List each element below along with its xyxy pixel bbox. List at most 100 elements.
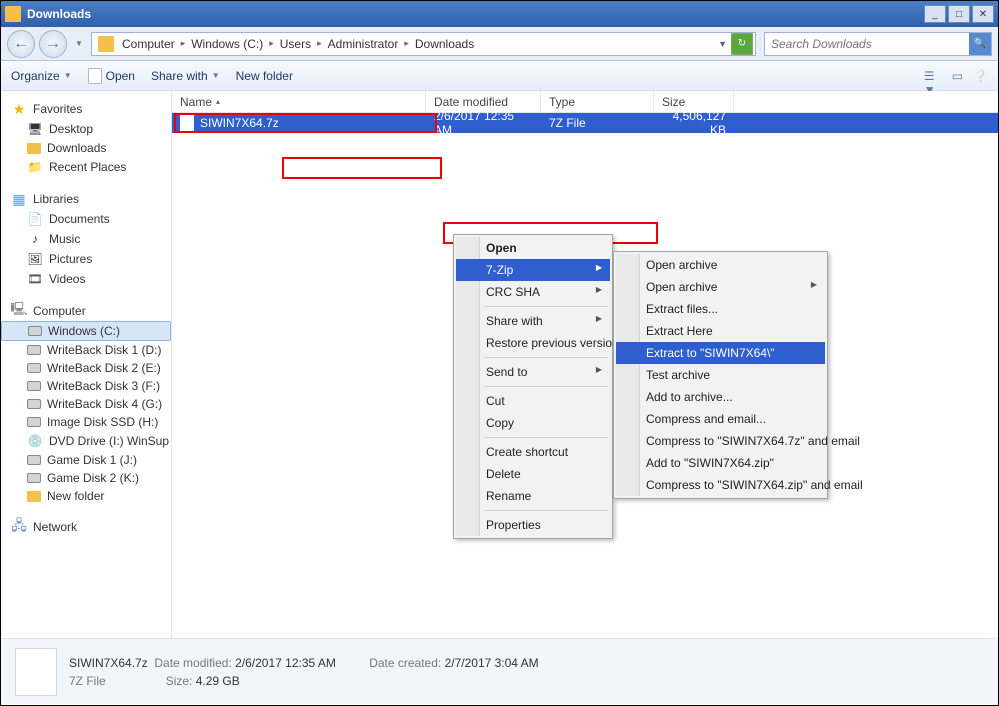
- pictures-icon: 🖼: [27, 251, 43, 267]
- menu-copy[interactable]: Copy: [456, 412, 610, 434]
- sidebar-item-videos[interactable]: 🎞Videos: [1, 269, 171, 289]
- sidebar-item-documents[interactable]: 📄Documents: [1, 209, 171, 229]
- sidebar-item-drive-h[interactable]: Image Disk SSD (H:): [1, 413, 171, 431]
- sidebar-item-music[interactable]: ♪Music: [1, 229, 171, 249]
- sidebar-item-downloads[interactable]: Downloads: [1, 139, 171, 157]
- menu-cut[interactable]: Cut: [456, 390, 610, 412]
- menu-compress-7z-email[interactable]: Compress to "SIWIN7X64.7z" and email: [616, 430, 825, 452]
- network-icon: 🖧: [11, 519, 27, 535]
- sidebar-item-drive-g[interactable]: WriteBack Disk 4 (G:): [1, 395, 171, 413]
- menu-test-archive[interactable]: Test archive: [616, 364, 825, 386]
- close-button[interactable]: ✕: [972, 5, 994, 23]
- drive-icon: [27, 399, 41, 409]
- organize-button[interactable]: Organize▼: [11, 69, 72, 83]
- menu-extract-here[interactable]: Extract Here: [616, 320, 825, 342]
- back-button[interactable]: ←: [7, 30, 35, 58]
- minimize-button[interactable]: _: [924, 5, 946, 23]
- menu-extract-to-folder[interactable]: Extract to "SIWIN7X64\": [616, 342, 825, 364]
- menu-7zip[interactable]: 7-Zip: [456, 259, 610, 281]
- folder-icon: [5, 6, 21, 22]
- sidebar-item-desktop[interactable]: 🖥Desktop: [1, 119, 171, 139]
- menu-compress-email[interactable]: Compress and email...: [616, 408, 825, 430]
- menu-send-to[interactable]: Send to: [456, 361, 610, 383]
- menu-restore-versions[interactable]: Restore previous versions: [456, 332, 610, 354]
- sidebar-item-drive-c[interactable]: Windows (C:): [1, 321, 171, 341]
- menu-share-with[interactable]: Share with: [456, 310, 610, 332]
- menu-extract-files[interactable]: Extract files...: [616, 298, 825, 320]
- breadcrumb[interactable]: Administrator: [324, 37, 403, 51]
- chevron-right-icon[interactable]: ▸: [267, 38, 276, 49]
- drive-icon: [27, 455, 41, 465]
- sidebar-item-drive-f[interactable]: WriteBack Disk 3 (F:): [1, 377, 171, 395]
- status-datecreated-label: Date created:: [369, 656, 441, 670]
- libraries-header[interactable]: ▦Libraries: [1, 189, 171, 209]
- menu-create-shortcut[interactable]: Create shortcut: [456, 441, 610, 463]
- history-dropdown[interactable]: ▼: [71, 30, 87, 58]
- network-header[interactable]: 🖧Network: [1, 517, 171, 537]
- address-bar[interactable]: Computer▸ Windows (C:)▸ Users▸ Administr…: [91, 32, 756, 56]
- sidebar-item-new-folder[interactable]: New folder: [1, 487, 171, 505]
- libraries-icon: ▦: [11, 191, 27, 207]
- status-size-label: Size:: [166, 674, 193, 688]
- new-folder-button[interactable]: New folder: [236, 69, 293, 83]
- view-options-button[interactable]: ☰ ▼: [924, 69, 942, 83]
- menu-rename[interactable]: Rename: [456, 485, 610, 507]
- videos-icon: 🎞: [27, 271, 43, 287]
- menu-add-to-zip[interactable]: Add to "SIWIN7X64.zip": [616, 452, 825, 474]
- sidebar-item-drive-d[interactable]: WriteBack Disk 1 (D:): [1, 341, 171, 359]
- annotation-box: [282, 157, 442, 179]
- share-with-button[interactable]: Share with▼: [151, 69, 220, 83]
- menu-open[interactable]: Open: [456, 237, 610, 259]
- favorites-header[interactable]: ★Favorites: [1, 99, 171, 119]
- menu-add-to-archive[interactable]: Add to archive...: [616, 386, 825, 408]
- status-datecreated: 2/7/2017 3:04 AM: [445, 656, 539, 670]
- preview-pane-button[interactable]: ▭: [952, 69, 963, 83]
- breadcrumb[interactable]: Users: [276, 37, 315, 51]
- refresh-button[interactable]: ↻: [731, 33, 753, 55]
- drive-icon: [27, 417, 41, 427]
- file-icon: [180, 115, 194, 131]
- dvd-icon: 💿: [27, 433, 43, 449]
- menu-compress-zip-email[interactable]: Compress to "SIWIN7X64.zip" and email: [616, 474, 825, 496]
- breadcrumb[interactable]: Windows (C:): [187, 37, 267, 51]
- sort-asc-icon: ▴: [216, 97, 220, 106]
- menu-crc-sha[interactable]: CRC SHA: [456, 281, 610, 303]
- search-button[interactable]: 🔍: [969, 33, 991, 55]
- chevron-right-icon[interactable]: ▸: [315, 38, 324, 49]
- menu-delete[interactable]: Delete: [456, 463, 610, 485]
- chevron-right-icon[interactable]: ▸: [402, 38, 411, 49]
- music-icon: ♪: [27, 231, 43, 247]
- menu-properties[interactable]: Properties: [456, 514, 610, 536]
- column-type[interactable]: Type: [541, 91, 654, 112]
- sidebar-item-pictures[interactable]: 🖼Pictures: [1, 249, 171, 269]
- file-row[interactable]: SIWIN7X64.7z 2/6/2017 12:35 AM 7Z File 4…: [172, 113, 998, 133]
- window-title: Downloads: [27, 7, 924, 21]
- forward-button[interactable]: →: [39, 30, 67, 58]
- search-box[interactable]: 🔍: [764, 32, 992, 56]
- drive-icon: [27, 473, 41, 483]
- menu-open-archive[interactable]: Open archive: [616, 254, 825, 276]
- details-pane: SIWIN7X64.7z Date modified: 2/6/2017 12:…: [1, 638, 998, 704]
- file-list-pane: Name▴ Date modified Type Size SIWIN7X64.…: [172, 91, 998, 638]
- sidebar-item-drive-j[interactable]: Game Disk 1 (J:): [1, 451, 171, 469]
- breadcrumb[interactable]: Computer: [118, 37, 179, 51]
- computer-header[interactable]: 🖳Computer: [1, 301, 171, 321]
- sidebar-item-drive-i[interactable]: 💿DVD Drive (I:) WinSup: [1, 431, 171, 451]
- sidebar-item-drive-e[interactable]: WriteBack Disk 2 (E:): [1, 359, 171, 377]
- status-datemod-label: Date modified:: [154, 656, 231, 670]
- menu-open-archive-sub[interactable]: Open archive: [616, 276, 825, 298]
- sidebar-item-recent[interactable]: 📁Recent Places: [1, 157, 171, 177]
- sidebar-item-drive-k[interactable]: Game Disk 2 (K:): [1, 469, 171, 487]
- search-input[interactable]: [765, 37, 969, 51]
- column-name[interactable]: Name▴: [172, 91, 426, 112]
- breadcrumb[interactable]: Downloads: [411, 37, 478, 51]
- help-button[interactable]: ❔: [973, 69, 988, 83]
- computer-icon: 🖳: [11, 303, 27, 319]
- maximize-button[interactable]: □: [948, 5, 970, 23]
- status-datemod: 2/6/2017 12:35 AM: [235, 656, 336, 670]
- command-toolbar: Organize▼ Open Share with▼ New folder ☰ …: [1, 61, 998, 91]
- open-button[interactable]: Open: [88, 68, 135, 84]
- drive-icon: [27, 363, 41, 373]
- chevron-right-icon[interactable]: ▸: [179, 38, 188, 49]
- address-dropdown-icon[interactable]: ▼: [716, 39, 729, 49]
